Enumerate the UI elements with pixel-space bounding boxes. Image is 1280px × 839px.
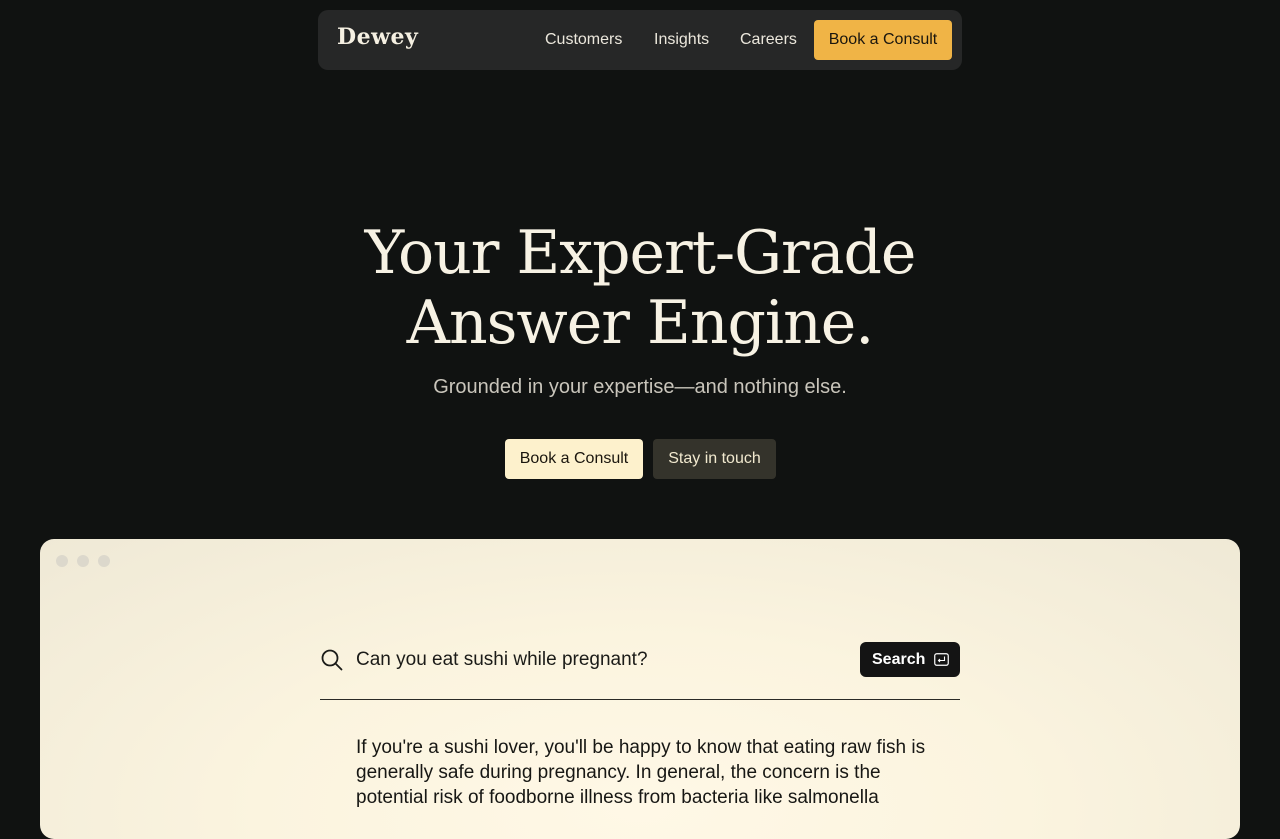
demo-window: Search If you're a sushi lover, you'll b… xyxy=(40,539,1240,839)
top-nav: Dewey Customers Insights Careers Book a … xyxy=(318,10,962,70)
search-bar: Search xyxy=(320,632,960,700)
stay-in-touch-button[interactable]: Stay in touch xyxy=(653,439,776,479)
search-button-label: Search xyxy=(872,651,926,668)
hero-title: Your Expert-Grade Answer Engine. xyxy=(0,218,1280,358)
answer-text: If you're a sushi lover, you'll be happy… xyxy=(356,737,926,808)
search-button[interactable]: Search xyxy=(860,642,960,677)
hero-title-line-1: Your Expert-Grade xyxy=(364,218,917,288)
book-consult-button[interactable]: Book a Consult xyxy=(505,439,643,479)
window-dot-maximize xyxy=(98,555,110,567)
window-dot-close xyxy=(56,555,68,567)
enter-key-icon xyxy=(934,653,949,666)
search-icon xyxy=(321,649,343,671)
hero-title-line-2: Answer Engine. xyxy=(406,288,875,358)
nav-link-careers[interactable]: Careers xyxy=(740,30,797,50)
nav-link-insights[interactable]: Insights xyxy=(654,30,709,50)
window-dot-minimize xyxy=(77,555,89,567)
book-consult-nav-button[interactable]: Book a Consult xyxy=(814,20,952,60)
search-input[interactable] xyxy=(356,648,836,672)
logo[interactable]: Dewey xyxy=(337,24,418,50)
hero-subtitle: Grounded in your expertise—and nothing e… xyxy=(433,376,847,398)
nav-link-customers[interactable]: Customers xyxy=(545,30,622,50)
